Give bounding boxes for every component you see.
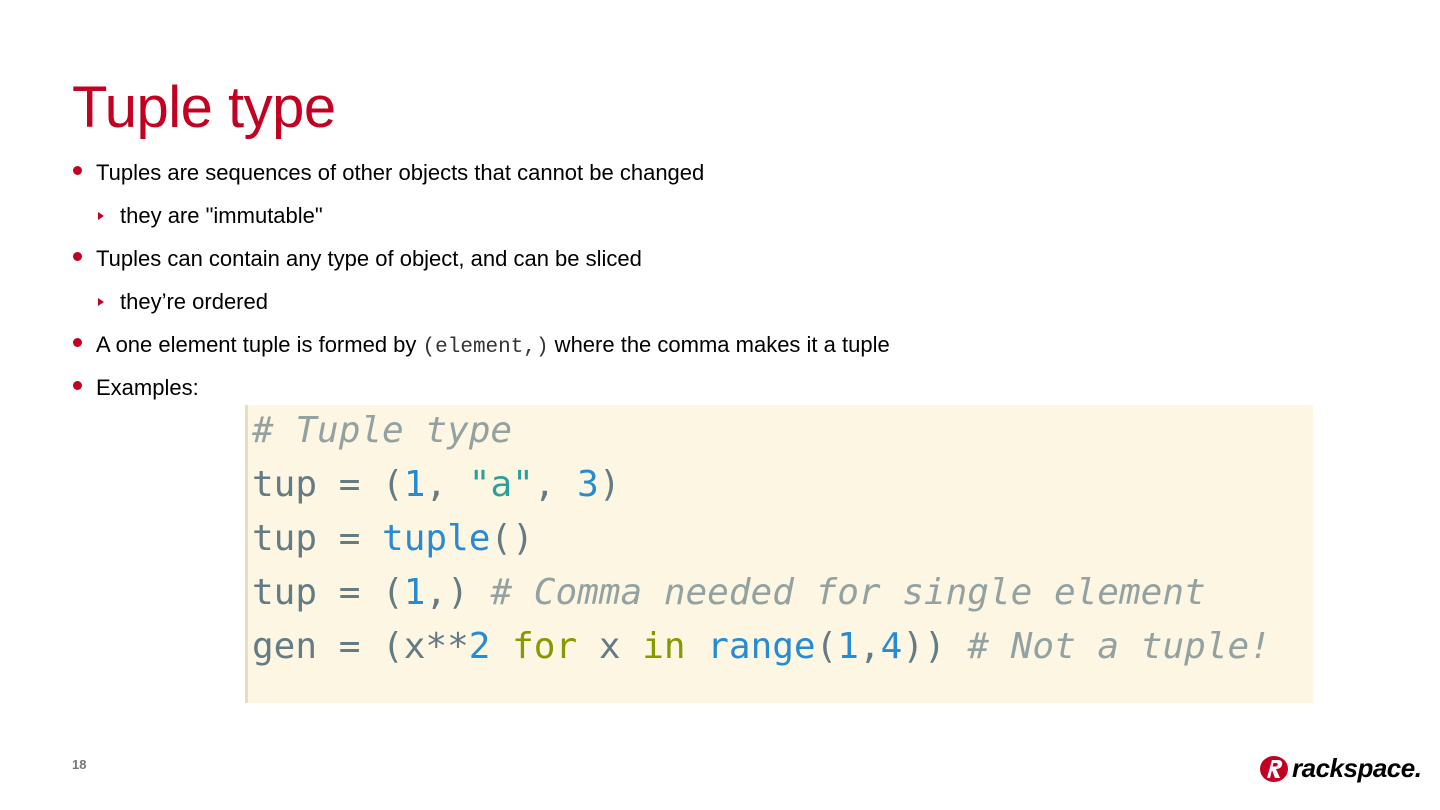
code-token-plain: ,) [425,572,491,613]
logo-wordmark: rackspace. [1292,752,1422,783]
page-number: 18 [72,757,87,772]
code-token-plain: ( [815,626,838,667]
code-token-plain: x [577,626,643,667]
code-token-num: 1 [403,464,426,505]
bullet-text-before: A one element tuple is formed by [96,332,423,357]
code-token-builtin: range [707,626,816,667]
sub-bullet-item: they are "immutable" [72,203,890,246]
code-token-num: 1 [837,626,859,667]
inline-code: (element,) [422,336,549,359]
sub-bullet-text: they’re ordered [120,289,268,314]
sub-bullet-text: they are "immutable" [120,203,323,228]
code-line: # Tuple type [252,406,512,456]
bullet-text: Tuples can contain any type of object, a… [96,246,642,271]
code-line: tup = (1, "a", 3) [252,460,621,510]
rackspace-logo: rackspace. [1258,750,1422,786]
code-token-plain: tup = [252,518,383,559]
code-token-comment: # Not a tuple! [967,626,1271,667]
code-token-kw: for [512,626,578,667]
code-token-comment: # Comma needed for single element [490,572,1206,613]
code-line: tup = tuple() [252,514,534,564]
rackspace-logo-icon [1260,756,1288,782]
code-token-kw: in [642,626,686,667]
bullet-list: Tuples are sequences of other objects th… [72,160,890,418]
code-token-plain: , [425,464,469,505]
bullet-item: Tuples are sequences of other objects th… [72,160,890,203]
bullet-item: A one element tuple is formed by (elemen… [72,332,890,375]
code-token-plain: tup = ( [252,464,404,505]
bullet-item: Tuples can contain any type of object, a… [72,246,890,289]
code-token-num: 1 [403,572,426,613]
code-token-comment: # Tuple type [252,410,513,451]
code-token-plain: gen = (x** [252,626,469,667]
code-token-builtin: tuple [382,518,491,559]
slide-title: Tuple type [72,75,336,140]
code-token-str: "a" [468,464,534,505]
code-line: gen = (x**2 for x in range(1,4)) # Not a… [252,622,1271,672]
code-token-plain: )) [902,626,968,667]
code-token-plain: tup = ( [252,572,404,613]
code-token-plain: , [858,626,881,667]
code-token-plain: ) [598,464,621,505]
sub-bullet-item: they’re ordered [72,289,890,332]
code-example-block: # Tuple type tup = (1, "a", 3) tup = tup… [245,405,1313,703]
code-token-num: 4 [880,626,903,667]
bullet-text-after: where the comma makes it a tuple [548,332,890,357]
bullet-text: Examples: [96,375,199,400]
code-token-plain: , [533,464,578,505]
code-token-num: 2 [468,626,491,667]
code-token-num: 3 [577,464,599,505]
code-token-plain: () [490,518,534,559]
code-line: tup = (1,) # Comma needed for single ele… [252,568,1206,618]
bullet-text: Tuples are sequences of other objects th… [96,160,705,185]
